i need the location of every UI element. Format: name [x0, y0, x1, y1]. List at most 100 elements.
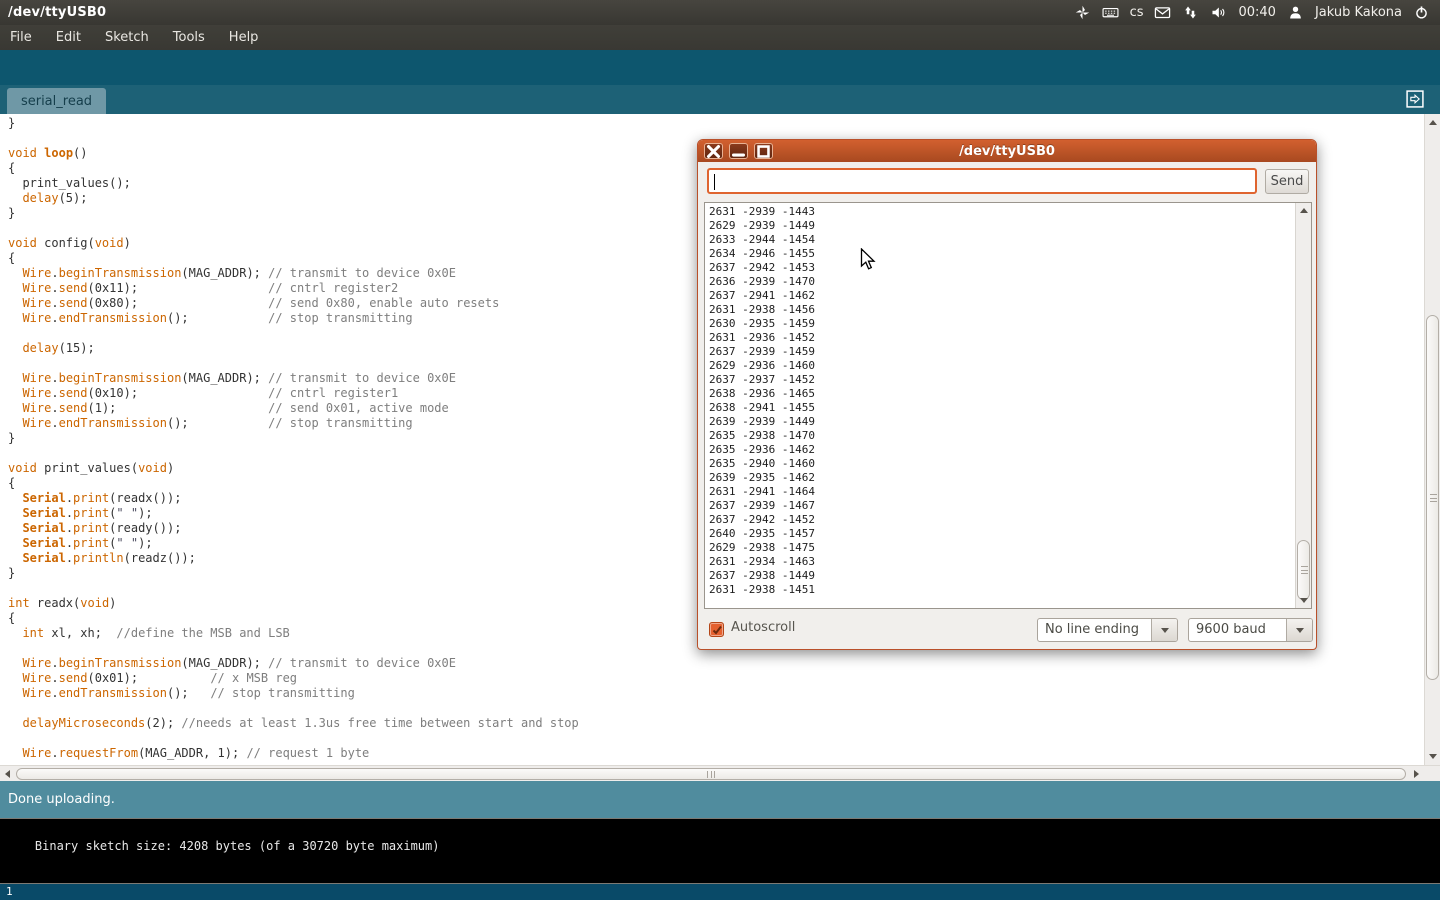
menu-bar: File Edit Sketch Tools Help [0, 25, 1440, 50]
line-ending-select[interactable]: No line ending [1037, 618, 1178, 642]
editor-vscroll-thumb[interactable] [1426, 315, 1439, 680]
menu-tools[interactable]: Tools [173, 30, 205, 45]
minimize-icon [730, 143, 747, 160]
serial-line: 2635 -2938 -1470 [709, 429, 1289, 443]
serial-line: 2635 -2936 -1462 [709, 443, 1289, 457]
tab-menu-button[interactable] [1405, 89, 1425, 109]
serial-line: 2634 -2946 -1455 [709, 247, 1289, 261]
maximize-icon [755, 143, 772, 160]
code-line: } [8, 116, 1424, 131]
menu-edit[interactable]: Edit [56, 30, 81, 45]
serial-line: 2638 -2941 -1455 [709, 401, 1289, 415]
baud-rate-value: 9600 baud [1196, 622, 1266, 637]
volume-icon[interactable] [1210, 4, 1227, 21]
serial-output-text: 2631 -2939 -14432629 -2939 -14492633 -29… [709, 205, 1289, 597]
serial-line: 2631 -2934 -1463 [709, 555, 1289, 569]
serial-line: 2633 -2944 -1454 [709, 233, 1289, 247]
serial-line: 2631 -2936 -1452 [709, 331, 1289, 345]
serial-line: 2631 -2941 -1464 [709, 485, 1289, 499]
scroll-up-arrow[interactable] [1429, 120, 1437, 125]
send-button-label: Send [1271, 174, 1304, 189]
mouse-cursor [860, 248, 877, 276]
serial-line: 2629 -2938 -1475 [709, 541, 1289, 555]
status-message: Done uploading. [8, 792, 115, 807]
autoscroll-checkbox[interactable] [709, 622, 724, 637]
tab-serial-read[interactable]: serial_read [7, 88, 106, 114]
serial-line: 2639 -2935 -1462 [709, 471, 1289, 485]
code-line: Wire.beginTransmission(MAG_ADDR); // tra… [8, 656, 1424, 671]
code-line: delayMicroseconds(2); //needs at least 1… [8, 716, 1424, 731]
editor-horizontal-scrollbar[interactable] [0, 765, 1440, 781]
serial-monitor-window: /dev/ttyUSB0 Send 2631 -2939 -14432629 -… [697, 139, 1317, 650]
menu-file[interactable]: File [10, 30, 32, 45]
keyboard-icon[interactable] [1102, 4, 1119, 21]
power-icon[interactable] [1413, 4, 1430, 21]
serial-scroll-up-arrow[interactable] [1300, 208, 1308, 213]
send-button[interactable]: Send [1265, 169, 1309, 194]
serial-line: 2636 -2939 -1470 [709, 275, 1289, 289]
chevron-down-icon [1296, 628, 1304, 633]
line-ending-dropdown-button[interactable] [1151, 619, 1177, 641]
serial-line: 2637 -2941 -1462 [709, 289, 1289, 303]
editor-hscroll-thumb[interactable] [16, 768, 1406, 780]
tray-label: 00:40 [1238, 5, 1275, 20]
code-line: Wire.requestFrom(MAG_ADDR, 1); // reques… [8, 746, 1424, 761]
scroll-left-arrow[interactable] [5, 770, 10, 778]
tab-menu-icon [1405, 89, 1425, 109]
maximize-button[interactable] [754, 143, 773, 159]
code-line: Wire.send(0x01); // x MSB reg [8, 671, 1424, 686]
close-button[interactable] [704, 143, 723, 159]
serial-send-input[interactable] [707, 168, 1257, 194]
serial-line: 2631 -2938 -1451 [709, 583, 1289, 597]
menu-help[interactable]: Help [229, 30, 259, 45]
window-title: /dev/ttyUSB0 [0, 5, 106, 20]
serial-options-row: Autoscroll No line ending 9600 baud [698, 609, 1316, 650]
serial-scrollbar[interactable] [1295, 203, 1311, 608]
minimize-button[interactable] [729, 143, 748, 159]
code-line: Wire.endTransmission(); // stop transmit… [8, 686, 1424, 701]
tray-label: cs [1130, 5, 1144, 20]
console-text: Binary sketch size: 4208 bytes (of a 307… [35, 839, 440, 853]
line-number: 1 [6, 885, 13, 898]
serial-line: 2637 -2939 -1459 [709, 345, 1289, 359]
tab-bar: serial_read [0, 85, 1440, 114]
menu-sketch[interactable]: Sketch [105, 30, 149, 45]
serial-line: 2629 -2936 -1460 [709, 359, 1289, 373]
serial-line: 2635 -2940 -1460 [709, 457, 1289, 471]
serial-line: 2637 -2942 -1453 [709, 261, 1289, 275]
ide-toolbar [0, 50, 1440, 85]
serial-line: 2637 -2942 -1452 [709, 513, 1289, 527]
serial-line: 2629 -2939 -1449 [709, 219, 1289, 233]
close-icon [705, 143, 722, 160]
line-number-bar: 1 [0, 884, 1440, 900]
scroll-down-arrow[interactable] [1429, 754, 1437, 759]
serial-line: 2640 -2935 -1457 [709, 527, 1289, 541]
baud-rate-select[interactable]: 9600 baud [1188, 618, 1313, 642]
mail-icon[interactable] [1154, 4, 1171, 21]
serial-output-area[interactable]: 2631 -2939 -14432629 -2939 -14492633 -29… [704, 202, 1312, 609]
tray-label: Jakub Kakona [1315, 5, 1402, 20]
serial-line: 2631 -2939 -1443 [709, 205, 1289, 219]
arduino-ide-screen: /dev/ttyUSB0 cs 00:40 Jakub Kakona File Edi… [0, 0, 1440, 900]
serial-window-titlebar[interactable]: /dev/ttyUSB0 [698, 140, 1316, 162]
text-caret [714, 174, 715, 190]
editor-vertical-scrollbar[interactable] [1424, 114, 1440, 765]
system-tray: cs 00:40 Jakub Kakona [1074, 0, 1436, 25]
pinwheel-icon[interactable] [1074, 4, 1091, 21]
autoscroll-label: Autoscroll [731, 620, 795, 635]
code-line [8, 701, 1424, 716]
serial-line: 2630 -2935 -1459 [709, 317, 1289, 331]
line-ending-value: No line ending [1045, 622, 1139, 637]
updown-arrows-icon[interactable] [1182, 4, 1199, 21]
serial-scroll-down-arrow[interactable] [1300, 598, 1308, 603]
scroll-right-arrow[interactable] [1414, 770, 1419, 778]
serial-line: 2637 -2939 -1467 [709, 499, 1289, 513]
console-output: Binary sketch size: 4208 bytes (of a 307… [0, 818, 1440, 884]
serial-line: 2639 -2939 -1449 [709, 415, 1289, 429]
serial-line: 2637 -2937 -1452 [709, 373, 1289, 387]
baud-dropdown-button[interactable] [1286, 619, 1312, 641]
user-icon[interactable] [1287, 4, 1304, 21]
code-line [8, 731, 1424, 746]
tab-label: serial_read [21, 94, 92, 109]
serial-scroll-thumb[interactable] [1297, 540, 1310, 600]
